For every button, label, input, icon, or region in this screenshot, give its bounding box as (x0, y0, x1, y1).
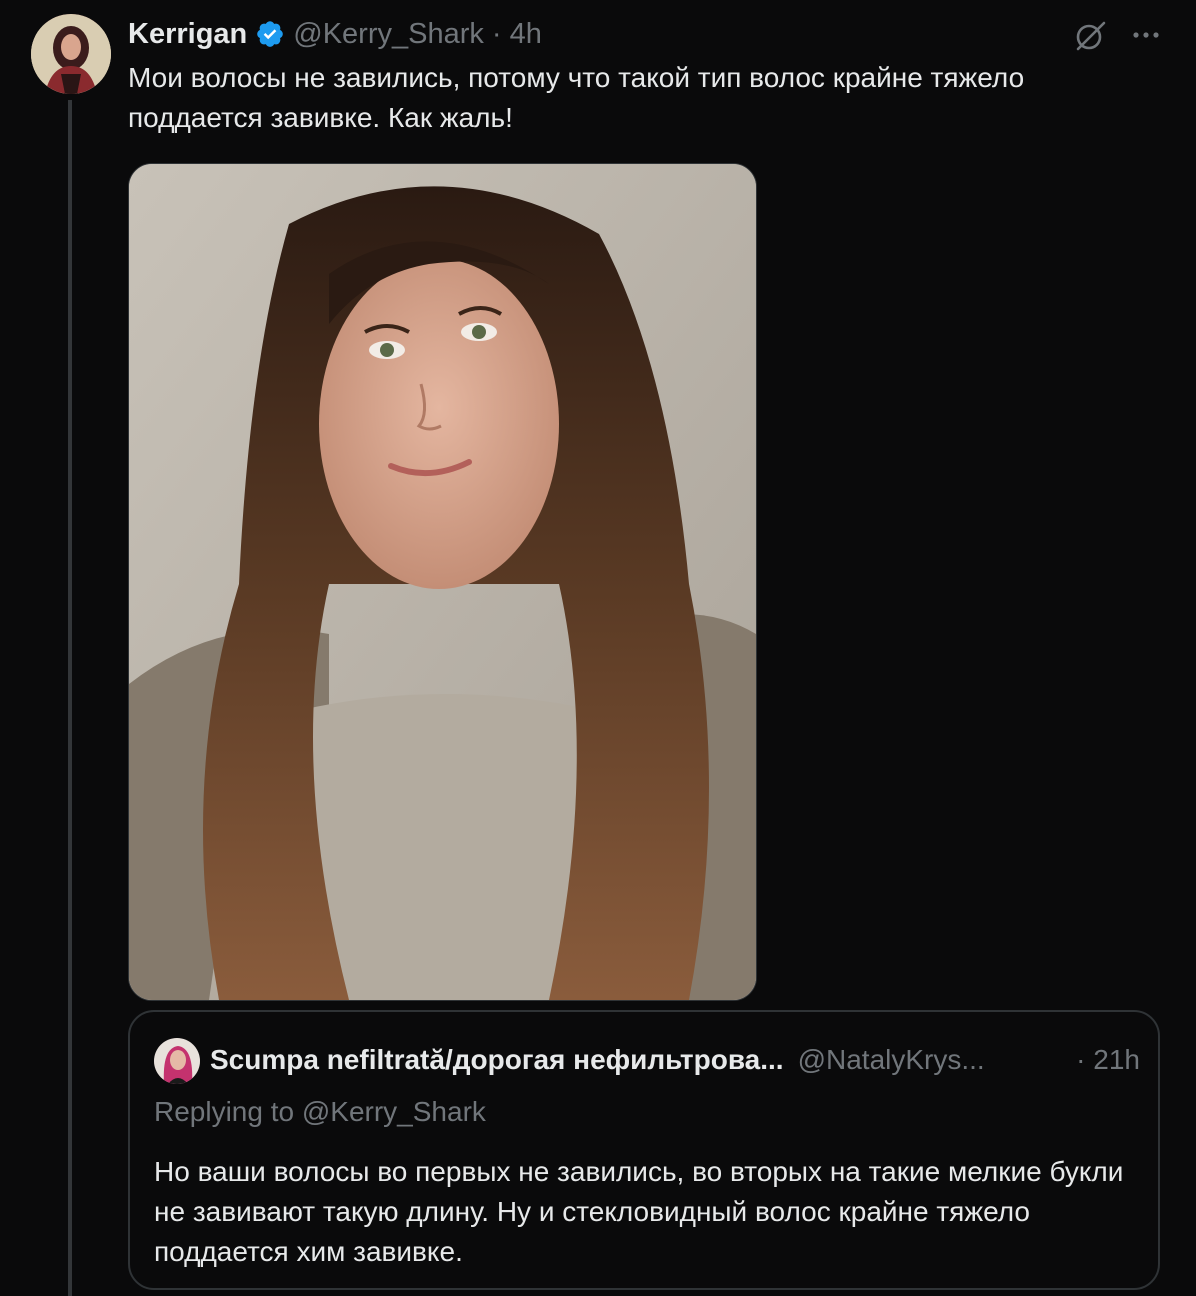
quoted-tweet[interactable]: Scumpa nefiltrată/дорогая нефильтрова...… (128, 1010, 1160, 1290)
quoted-author-handle[interactable]: @NatalyKrys... (798, 1044, 985, 1076)
author-display-name[interactable]: Kerrigan (128, 18, 247, 51)
meta-separator: · (491, 17, 502, 50)
tweet-photo[interactable] (128, 163, 757, 1001)
quoted-tweet-timestamp[interactable]: · 21h (1076, 1044, 1140, 1076)
tweet[interactable]: Kerrigan @Kerry_Shark · 4h Мои волосы не… (0, 0, 1196, 1296)
quoted-tweet-header: Scumpa nefiltrată/дорогая нефильтрова...… (210, 1040, 1140, 1080)
quoted-tweet-text: Но ваши волосы во первых не завились, во… (154, 1156, 1124, 1267)
author-avatar[interactable] (31, 14, 111, 94)
more-options-icon[interactable] (1126, 22, 1166, 48)
replying-to-label[interactable]: Replying to @Kerry_Shark (154, 1096, 486, 1128)
tweet-body-text: Мои волосы не завились, потому что такой… (128, 62, 1025, 133)
tweet-header: Kerrigan @Kerry_Shark · 4h (128, 14, 542, 54)
quoted-author-display-name[interactable]: Scumpa nefiltrată/дорогая нефильтрова... (210, 1044, 784, 1076)
author-handle[interactable]: @Kerry_Shark (293, 18, 484, 51)
verified-badge-icon[interactable] (255, 19, 285, 49)
thread-connector-line (68, 100, 72, 1296)
tweet-timestamp[interactable]: 4h (510, 18, 542, 51)
quoted-author-avatar[interactable] (154, 1038, 200, 1084)
grok-icon[interactable] (1072, 18, 1108, 54)
